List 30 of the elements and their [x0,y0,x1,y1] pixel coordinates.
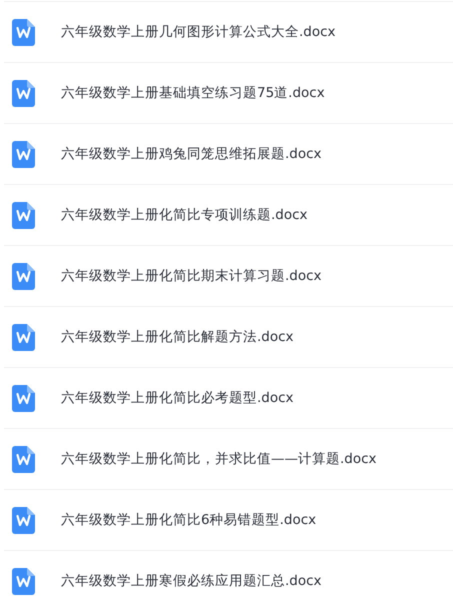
file-item[interactable]: 六年级数学上册鸡兔同笼思维拓展题.docx [4,123,453,184]
file-name: 六年级数学上册化简比，并求比值——计算题.docx [61,450,377,468]
file-item[interactable]: 六年级数学上册化简比解题方法.docx [4,306,453,367]
document-icon [12,18,35,46]
file-item[interactable]: 六年级数学上册化简比，并求比值——计算题.docx [4,428,453,489]
document-icon [12,140,35,168]
document-icon [12,262,35,290]
file-item[interactable]: 六年级数学上册化简比期末计算习题.docx [4,245,453,306]
document-icon [12,202,35,228]
file-item[interactable]: 六年级数学上册基础填空练习题75道.docx [4,62,453,123]
file-name: 六年级数学上册化简比解题方法.docx [61,328,294,346]
file-name: 六年级数学上册化简比必考题型.docx [61,389,294,407]
document-icon [12,568,35,594]
file-name: 六年级数学上册寒假必练应用题汇总.docx [61,572,322,590]
document-icon [12,446,35,472]
file-name: 六年级数学上册基础填空练习题75道.docx [61,84,325,102]
file-item[interactable]: 六年级数学上册化简比专项训练题.docx [4,184,453,245]
document-icon [12,324,35,350]
document-icon [12,384,35,412]
document-icon [12,506,35,534]
document-icon [12,80,35,106]
file-name: 六年级数学上册几何图形计算公式大全.docx [61,23,336,41]
file-item[interactable]: 六年级数学上册寒假必练应用题汇总.docx [4,550,453,608]
file-name: 六年级数学上册化简比专项训练题.docx [61,206,308,224]
file-item[interactable]: 六年级数学上册化简比6种易错题型.docx [4,489,453,550]
file-item[interactable]: 六年级数学上册化简比必考题型.docx [4,367,453,428]
file-name: 六年级数学上册化简比6种易错题型.docx [61,511,316,529]
file-name: 六年级数学上册化简比期末计算习题.docx [61,267,322,285]
file-name: 六年级数学上册鸡兔同笼思维拓展题.docx [61,145,322,163]
file-item[interactable]: 六年级数学上册几何图形计算公式大全.docx [4,1,453,62]
